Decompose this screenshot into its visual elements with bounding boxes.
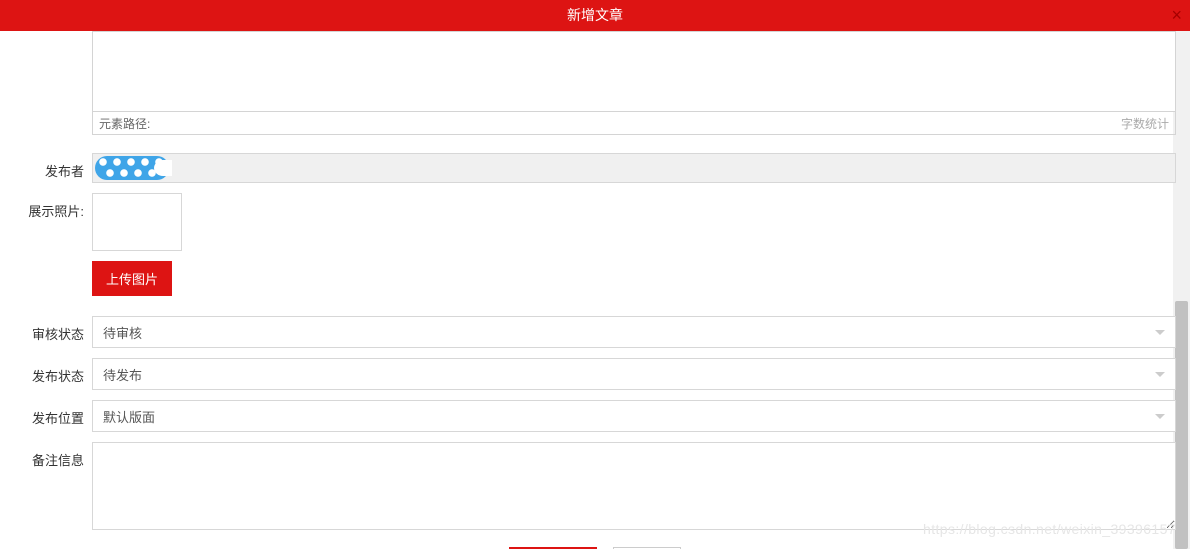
row-thumbnail: 展示照片: 上传图片 xyxy=(14,193,1176,296)
label-publish-status: 发布状态 xyxy=(14,358,92,390)
dialog-title: 新增文章 xyxy=(567,7,623,23)
select-audit-status[interactable]: 待审核 xyxy=(92,316,1176,348)
editor-word-count[interactable]: 字数统计 xyxy=(1121,115,1169,132)
upload-image-button[interactable]: 上传图片 xyxy=(92,261,172,296)
select-publish-position-value: 默认版面 xyxy=(103,407,155,426)
editor-content[interactable] xyxy=(92,31,1176,111)
row-remark: 备注信息 xyxy=(14,442,1176,533)
editor-footer: 元素路径: 字数统计 xyxy=(92,111,1176,135)
editor-path-label: 元素路径: xyxy=(99,115,150,132)
row-audit-status: 审核状态 待审核 xyxy=(14,316,1176,348)
dialog-new-article: 新增文章 × 元素路径: 字数统计 发布者 展示照片: xyxy=(0,0,1190,549)
label-publish-position: 发布位置 xyxy=(14,400,92,432)
dialog-title-bar: 新增文章 × xyxy=(0,0,1190,31)
chevron-down-icon xyxy=(1155,372,1165,377)
label-publisher: 发布者 xyxy=(14,153,92,183)
select-audit-status-value: 待审核 xyxy=(103,323,142,342)
select-publish-status-value: 待发布 xyxy=(103,365,142,384)
publisher-avatar-icon xyxy=(95,156,169,180)
chevron-down-icon xyxy=(1155,330,1165,335)
row-publisher: 发布者 xyxy=(14,153,1176,183)
label-remark: 备注信息 xyxy=(14,442,92,533)
label-thumbnail: 展示照片: xyxy=(14,193,92,296)
thumbnail-preview xyxy=(92,193,182,251)
row-publish-position: 发布位置 默认版面 xyxy=(14,400,1176,432)
dialog-body: 元素路径: 字数统计 发布者 展示照片: 上传图片 审核状态 xyxy=(6,31,1184,549)
close-icon[interactable]: × xyxy=(1171,0,1182,31)
label-audit-status: 审核状态 xyxy=(14,316,92,348)
remark-textarea[interactable] xyxy=(92,442,1176,530)
row-publish-status: 发布状态 待发布 xyxy=(14,358,1176,390)
publisher-input[interactable] xyxy=(92,153,1176,183)
editor-area: 元素路径: 字数统计 xyxy=(92,31,1176,135)
select-publish-position[interactable]: 默认版面 xyxy=(92,400,1176,432)
select-publish-status[interactable]: 待发布 xyxy=(92,358,1176,390)
chevron-down-icon xyxy=(1155,414,1165,419)
